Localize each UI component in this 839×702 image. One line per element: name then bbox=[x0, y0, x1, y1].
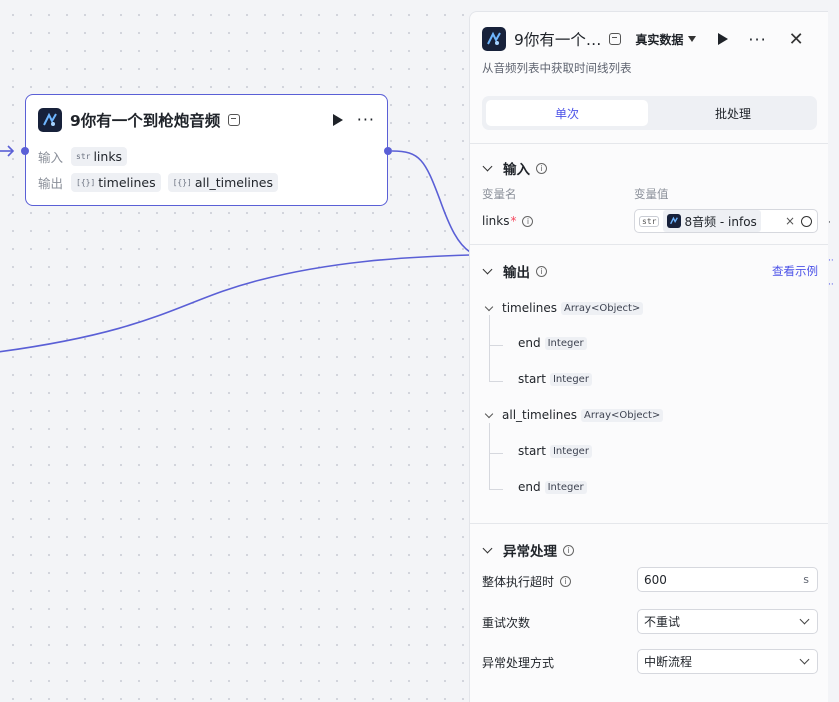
tree-connector bbox=[489, 453, 503, 454]
tree-connector bbox=[489, 345, 503, 346]
view-example-link[interactable]: 查看示例 bbox=[772, 263, 818, 279]
panel-header: 9你有一个… 真实数据 ··· ✕ bbox=[482, 26, 816, 52]
output-tree-item: end Integer bbox=[518, 480, 587, 494]
node-output-tag: [{}] all_timelines bbox=[167, 173, 279, 192]
edge-more-icon[interactable]: ·· bbox=[828, 280, 839, 294]
tab-batch[interactable]: 批处理 bbox=[652, 100, 814, 126]
type-tag: str bbox=[639, 215, 660, 227]
divider bbox=[470, 244, 828, 245]
plugin-logo-icon bbox=[667, 214, 682, 228]
chevron-down-icon bbox=[484, 302, 494, 311]
node-output-port[interactable] bbox=[384, 147, 392, 155]
tree-connector bbox=[489, 315, 490, 381]
node-badge-icon bbox=[228, 114, 241, 126]
edge-more-icon[interactable]: ·· bbox=[828, 256, 839, 270]
variable-picker-icon[interactable] bbox=[801, 215, 812, 227]
exception-section-toggle[interactable]: 异常处理 i bbox=[482, 540, 574, 560]
links-value-input[interactable]: str 8音频 - infos × bbox=[634, 209, 818, 233]
node-config-panel: 9你有一个… 真实数据 ··· ✕ 从音频列表中获取时间线列表 单次 批处理 输… bbox=[469, 11, 828, 702]
exception-method-label: 异常处理方式 bbox=[482, 656, 555, 670]
tree-connector bbox=[489, 489, 503, 490]
variable-reference-chip[interactable]: 8音频 - infos bbox=[663, 210, 761, 232]
node-output-label: 输出 bbox=[38, 176, 64, 191]
chevron-down-icon bbox=[482, 264, 493, 274]
retry-label: 重试次数 bbox=[482, 616, 531, 630]
plugin-logo-icon bbox=[38, 108, 62, 132]
divider bbox=[470, 143, 828, 144]
node-header: 9你有一个到枪炮音频 ··· bbox=[38, 107, 375, 133]
node-input-row: 输入 str links bbox=[38, 147, 134, 166]
tree-connector bbox=[489, 381, 503, 382]
clear-icon[interactable]: × bbox=[785, 214, 795, 228]
info-icon[interactable]: i bbox=[522, 215, 534, 227]
panel-description: 从音频列表中获取时间线列表 bbox=[482, 61, 632, 75]
node-output-tag: [{}] timelines bbox=[71, 173, 161, 192]
output-tree-item: end Integer bbox=[518, 336, 587, 350]
timeout-input[interactable]: 600 s bbox=[637, 567, 818, 592]
panel-title[interactable]: 9你有一个… bbox=[514, 28, 601, 50]
chevron-down-icon bbox=[799, 614, 810, 625]
param-links-label: links * i bbox=[482, 214, 534, 228]
timeout-label: 整体执行超时 i bbox=[482, 573, 572, 590]
chevron-down-icon bbox=[482, 543, 493, 553]
output-tree-item[interactable]: all_timelines Array<Object> bbox=[484, 408, 664, 422]
info-icon[interactable]: i bbox=[563, 544, 574, 556]
tab-single[interactable]: 单次 bbox=[486, 100, 648, 126]
col-name-header: 变量名 bbox=[482, 187, 517, 201]
info-icon[interactable]: i bbox=[536, 162, 547, 174]
exception-method-select[interactable]: 中断流程 bbox=[637, 649, 818, 674]
input-section-toggle[interactable]: 输入 i bbox=[482, 158, 547, 178]
info-icon[interactable]: i bbox=[536, 265, 547, 277]
node-input-tag: str links bbox=[71, 147, 128, 166]
chevron-down-icon bbox=[484, 409, 494, 418]
node-input-port[interactable] bbox=[21, 147, 29, 155]
workflow-node-card[interactable]: 9你有一个到枪炮音频 ··· 输入 str links 输出 [{}] timeli… bbox=[21, 94, 392, 206]
output-tree-item[interactable]: timelines Array<Object> bbox=[484, 301, 644, 315]
chevron-down-icon bbox=[688, 36, 697, 42]
node-run-icon[interactable] bbox=[332, 114, 343, 126]
run-icon[interactable] bbox=[718, 33, 729, 45]
more-icon[interactable]: ··· bbox=[748, 30, 766, 49]
data-mode-dropdown[interactable]: 真实数据 bbox=[635, 31, 697, 48]
edge-more-icon[interactable]: · bbox=[828, 218, 839, 232]
node-input-label: 输入 bbox=[38, 150, 64, 165]
panel-badge-icon bbox=[609, 33, 622, 45]
plugin-logo-icon bbox=[482, 27, 506, 51]
output-tree-item: start Integer bbox=[518, 444, 592, 458]
output-section-toggle[interactable]: 输出 i bbox=[482, 261, 547, 281]
node-output-row: 输出 [{}] timelines [{}] all_timelines bbox=[38, 173, 285, 192]
chevron-down-icon bbox=[482, 161, 493, 171]
run-mode-tabs: 单次 批处理 bbox=[482, 96, 817, 130]
col-value-header: 变量值 bbox=[634, 187, 669, 201]
tree-connector bbox=[489, 423, 490, 489]
chevron-down-icon bbox=[799, 654, 810, 665]
close-icon[interactable]: ✕ bbox=[789, 29, 804, 50]
retry-select[interactable]: 不重试 bbox=[637, 609, 818, 634]
node-title: 9你有一个到枪炮音频 bbox=[70, 112, 221, 130]
divider bbox=[470, 523, 828, 524]
output-tree-item: start Integer bbox=[518, 372, 592, 386]
node-more-icon[interactable]: ··· bbox=[357, 112, 375, 128]
info-icon[interactable]: i bbox=[560, 576, 572, 587]
